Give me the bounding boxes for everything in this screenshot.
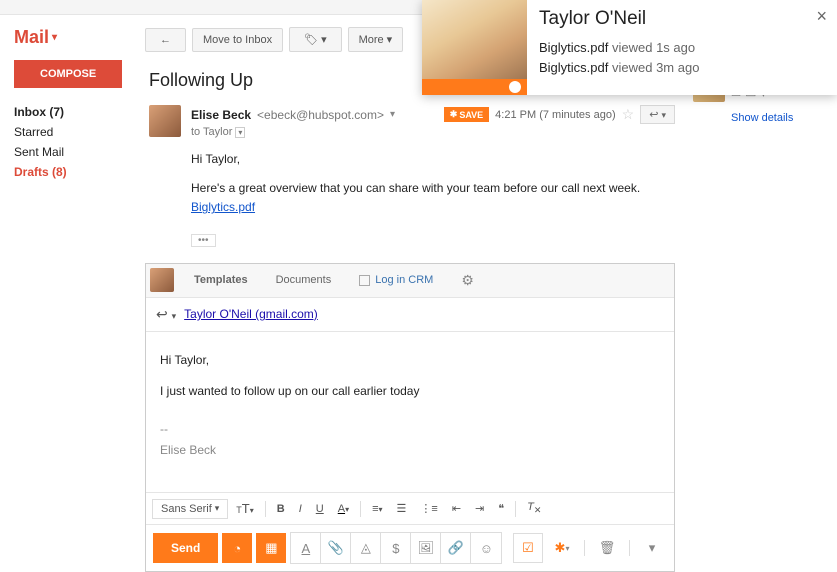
photo-icon[interactable]: 🖼 bbox=[411, 533, 441, 563]
right-sidebar: Add to circles ✉ ▭ ▾ Show details bbox=[685, 15, 830, 572]
tab-log-in-crm[interactable]: Log in CRM bbox=[347, 266, 445, 294]
compose-tabs: Templates Documents Log in CRM ⚙ bbox=[146, 264, 674, 298]
tag-icon: 🏷 bbox=[304, 33, 318, 46]
sender-name: Elise Beck bbox=[191, 108, 251, 122]
align-button[interactable]: ≡▾ bbox=[366, 499, 388, 519]
hubspot-icon[interactable]: ✱▾ bbox=[547, 533, 577, 563]
money-icon[interactable]: $ bbox=[381, 533, 411, 563]
indent-less-button[interactable]: ⇤ bbox=[446, 498, 467, 519]
move-to-inbox-button[interactable]: Move to Inbox bbox=[192, 28, 283, 52]
mail-label: Mail bbox=[14, 27, 49, 48]
sender-avatar[interactable] bbox=[149, 105, 181, 137]
close-icon[interactable]: × bbox=[816, 6, 827, 27]
bold-button[interactable]: B bbox=[271, 499, 291, 519]
discard-icon[interactable]: 🗑 bbox=[592, 533, 622, 563]
calendar-icon[interactable]: ▦ bbox=[256, 533, 286, 563]
notification-event: Biglytics.pdf viewed 3m ago bbox=[539, 58, 825, 78]
sender-email: <ebeck@hubspot.com> bbox=[257, 108, 384, 122]
compose-button[interactable]: COMPOSE bbox=[14, 60, 122, 88]
sidebar: Mail ▾ COMPOSE Inbox (7) Starred Sent Ma… bbox=[0, 15, 145, 572]
more-button[interactable]: More ▾ bbox=[348, 27, 404, 52]
hubspot-sprocket-icon bbox=[509, 81, 521, 93]
message: Elise Beck <ebeck@hubspot.com> ▾ ✱ SAVE … bbox=[145, 105, 675, 228]
star-icon[interactable]: ☆ bbox=[622, 106, 635, 123]
italic-button[interactable]: I bbox=[293, 499, 308, 519]
underline-button[interactable]: U bbox=[310, 499, 330, 519]
attachment-link[interactable]: Biglytics.pdf bbox=[191, 200, 255, 214]
nav-inbox[interactable]: Inbox (7) bbox=[14, 102, 145, 122]
tab-templates[interactable]: Templates bbox=[182, 266, 260, 294]
more-options-icon[interactable]: ▾ bbox=[637, 533, 667, 563]
caret-down-icon: ▾ bbox=[387, 33, 393, 46]
send-bar: Send ◔ ▦ A 📎 ◬ $ 🖼 🔗 ☺ ☑ ✱▾ 🗑 ▾ bbox=[146, 525, 674, 571]
folder-list: Inbox (7) Starred Sent Mail Drafts (8) bbox=[14, 102, 145, 182]
body-text: Here's a great overview that you can sha… bbox=[191, 181, 640, 195]
quote-button[interactable]: ❝ bbox=[492, 498, 510, 519]
numbered-list-button[interactable]: ☰ bbox=[391, 498, 413, 519]
main-pane: ← Move to Inbox 🏷▾ More ▾ Following Up E… bbox=[145, 15, 685, 572]
compose-body[interactable]: Hi Taylor, I just wanted to follow up on… bbox=[146, 332, 674, 492]
message-time: 4:21 PM (7 minutes ago) bbox=[495, 109, 615, 121]
mail-switcher[interactable]: Mail ▾ bbox=[14, 27, 145, 48]
hubspot-logo-bar bbox=[422, 79, 527, 95]
body-greeting: Hi Taylor, bbox=[191, 150, 675, 169]
gear-icon[interactable]: ⚙ bbox=[449, 264, 486, 297]
format-toolbar: Sans Serif ▾ TT▾ B I U A▾ ≡▾ ☰ ⋮≡ ⇤ ⇥ ❝ … bbox=[146, 492, 674, 525]
back-arrow-icon: ← bbox=[160, 34, 171, 46]
drive-icon[interactable]: ◬ bbox=[351, 533, 381, 563]
caret-down-icon: ▾ bbox=[52, 32, 57, 43]
emoji-icon[interactable]: ☺ bbox=[471, 533, 501, 563]
recipient-chip[interactable]: Taylor O'Neil (gmail.com) bbox=[184, 307, 318, 321]
reply-compose: Templates Documents Log in CRM ⚙ ↩ ▾ Tay… bbox=[145, 263, 675, 572]
remove-format-button[interactable]: T✕ bbox=[521, 497, 547, 520]
schedule-icon[interactable]: ◔ bbox=[222, 533, 252, 563]
show-trimmed-button[interactable]: ••• bbox=[191, 234, 216, 247]
checkbox-icon[interactable] bbox=[359, 275, 370, 286]
labels-button[interactable]: 🏷▾ bbox=[289, 27, 342, 52]
tab-documents[interactable]: Documents bbox=[264, 266, 344, 294]
text-color-button[interactable]: A▾ bbox=[332, 499, 355, 519]
hubspot-notification: × Taylor O'Neil Biglytics.pdf viewed 1s … bbox=[422, 0, 837, 95]
reply-button[interactable]: ↩ ▾ bbox=[640, 105, 675, 124]
notification-event: Biglytics.pdf viewed 1s ago bbox=[539, 38, 825, 58]
expand-icon[interactable]: ▾ bbox=[390, 109, 395, 120]
nav-starred[interactable]: Starred bbox=[14, 122, 145, 142]
bulleted-list-button[interactable]: ⋮≡ bbox=[414, 498, 443, 519]
caret-down-icon: ▾ bbox=[321, 33, 327, 46]
indent-more-button[interactable]: ⇥ bbox=[469, 498, 490, 519]
reply-type-button[interactable]: ↩ ▾ bbox=[156, 306, 176, 323]
font-select[interactable]: Sans Serif ▾ bbox=[152, 499, 228, 519]
hubspot-save-badge[interactable]: ✱ SAVE bbox=[444, 107, 489, 122]
compose-to-row: ↩ ▾ Taylor O'Neil (gmail.com) bbox=[146, 298, 674, 332]
nav-sent[interactable]: Sent Mail bbox=[14, 142, 145, 162]
to-line[interactable]: to Taylor ▾ bbox=[191, 126, 675, 138]
link-icon[interactable]: 🔗 bbox=[441, 533, 471, 563]
nav-drafts[interactable]: Drafts (8) bbox=[14, 162, 145, 182]
show-details-link[interactable]: Show details bbox=[731, 112, 820, 124]
attach-icon[interactable]: 📎 bbox=[321, 533, 351, 563]
text-format-toggle[interactable]: A bbox=[291, 533, 321, 563]
back-button[interactable]: ← bbox=[145, 28, 186, 52]
font-size-button[interactable]: TT▾ bbox=[230, 497, 259, 520]
message-body: Hi Taylor, Here's a great overview that … bbox=[191, 150, 675, 218]
track-checkbox[interactable]: ☑ bbox=[513, 533, 543, 563]
caret-down-icon: ▾ bbox=[235, 127, 245, 138]
my-avatar bbox=[150, 268, 174, 292]
send-button[interactable]: Send bbox=[153, 533, 218, 563]
notification-avatar bbox=[422, 0, 527, 95]
notification-contact-name: Taylor O'Neil bbox=[539, 8, 825, 30]
